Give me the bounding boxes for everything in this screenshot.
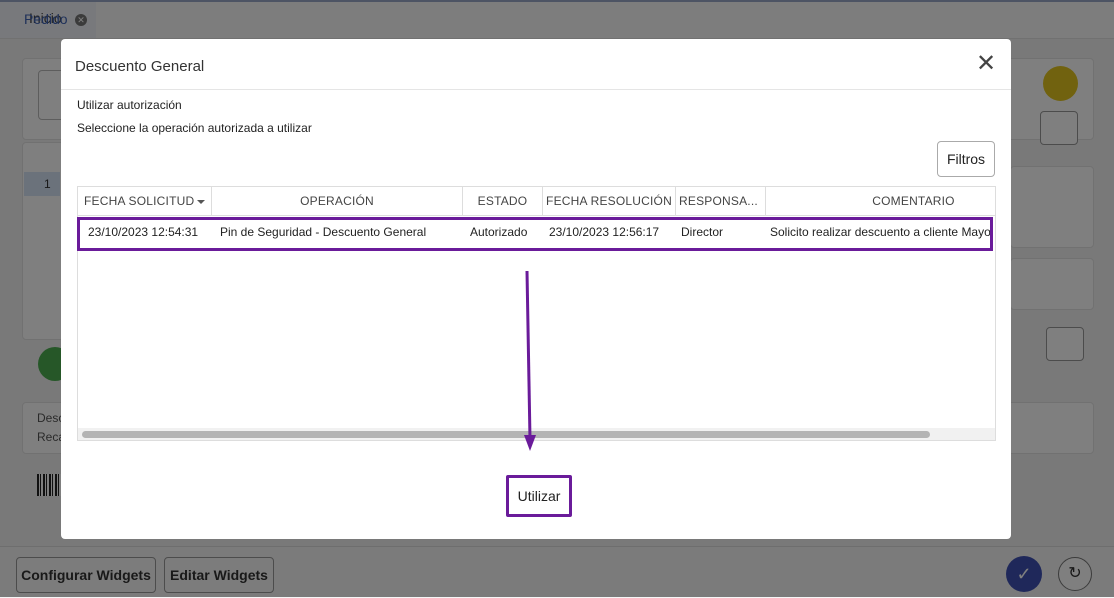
arrow-shaft: [525, 270, 532, 440]
arrow-head: [524, 435, 536, 451]
annotation-arrow: [524, 270, 536, 451]
use-button[interactable]: Utilizar: [506, 475, 572, 517]
discount-dialog: Descuento General ✕ Utilizar autorizació…: [61, 39, 1011, 539]
